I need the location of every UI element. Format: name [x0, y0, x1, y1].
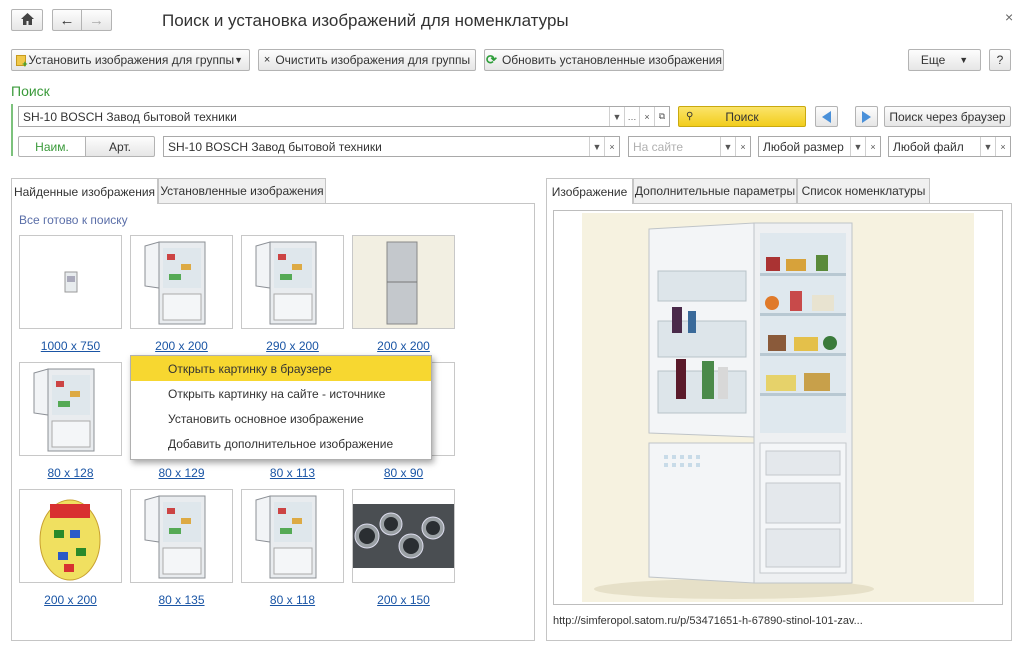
set-group-images-label: Установить изображения для группы	[28, 53, 235, 67]
thumbnail-toy-bag[interactable]	[19, 489, 122, 583]
prev-button[interactable]	[815, 106, 838, 127]
thumbnail-size-link[interactable]: 80 x 90	[352, 466, 455, 480]
search-input[interactable]: SH-10 BOSCH Завод бытовой техники ▼ … × …	[18, 106, 670, 127]
clear-group-images-button[interactable]: × Очистить изображения для группы	[258, 49, 476, 71]
thumbnail-pipes[interactable]	[352, 489, 455, 583]
thumbnail-size-link[interactable]: 80 x 118	[241, 593, 344, 607]
thumbnail-fridge-silver[interactable]	[352, 235, 455, 329]
site-field[interactable]: На сайте ▼ ×	[628, 136, 751, 157]
clear-icon[interactable]: ×	[604, 137, 619, 156]
tab-extra-params[interactable]: Дополнительные параметры	[633, 178, 797, 203]
dropdown-arrow-icon[interactable]: ▼	[850, 137, 865, 156]
back-button[interactable]: ←	[52, 9, 82, 31]
menu-item-open-browser[interactable]: Открыть картинку в браузере	[131, 356, 431, 381]
thumbnail-size-link[interactable]: 80 x 128	[19, 466, 122, 480]
search-section-label: Поиск	[11, 83, 50, 99]
clear-icon[interactable]: ×	[865, 137, 880, 156]
search-button-label: Поиск	[725, 109, 759, 124]
forward-button[interactable]: →	[81, 9, 112, 31]
name-field[interactable]: SH-10 BOSCH Завод бытовой техники ▼ ×	[163, 136, 620, 157]
search-icon: ⚲	[686, 111, 694, 122]
clear-icon[interactable]: ×	[995, 137, 1010, 156]
thumbnail-size-link[interactable]: 80 x 129	[130, 466, 233, 480]
size-field[interactable]: Любой размер ▼ ×	[758, 136, 881, 157]
name-field-value: SH-10 BOSCH Завод бытовой техники	[168, 139, 382, 154]
cross-icon: ×	[263, 54, 271, 66]
thumbnail-fridge-open[interactable]	[19, 362, 122, 456]
folder-add-icon: +	[16, 54, 28, 68]
tab-found-images[interactable]: Найденные изображения	[11, 178, 158, 204]
clear-icon[interactable]: ×	[639, 107, 654, 126]
window-title: Поиск и установка изображений для номенк…	[162, 11, 569, 30]
open-icon[interactable]: ⧉	[654, 107, 669, 126]
thumbnail-fridge-tiny[interactable]	[19, 235, 122, 329]
dropdown-arrow-icon[interactable]: ▼	[720, 137, 735, 156]
dropdown-arrow-icon[interactable]: ▼	[609, 107, 624, 126]
file-field[interactable]: Любой файл ▼ ×	[888, 136, 1011, 157]
next-button[interactable]	[855, 106, 878, 127]
fridge-preview-image	[582, 213, 974, 602]
menu-item-add-extra[interactable]: Добавить дополнительное изображение	[131, 431, 431, 456]
thumbnail-fridge-open[interactable]	[241, 489, 344, 583]
tab-installed-images[interactable]: Установленные изображения	[158, 178, 326, 203]
thumbnail-size-link[interactable]: 200 x 200	[19, 593, 122, 607]
dropdown-arrow-icon[interactable]: ▼	[589, 137, 604, 156]
clear-group-images-label: Очистить изображения для группы	[275, 53, 471, 67]
dropdown-arrow-icon: ▼	[234, 55, 243, 65]
refresh-icon: ⟳	[486, 52, 497, 67]
arrow-right-icon: →	[89, 11, 104, 29]
help-button[interactable]: ?	[989, 49, 1011, 71]
arrow-left-icon: ←	[59, 11, 75, 29]
toggle-article[interactable]: Арт.	[85, 136, 155, 157]
status-text: Все готово к поиску	[19, 213, 128, 227]
dropdown-arrow-icon: ▼	[959, 55, 969, 65]
context-menu: Открыть картинку в браузере Открыть карт…	[130, 355, 432, 460]
clear-icon[interactable]: ×	[735, 137, 750, 156]
more-button[interactable]: Еще ▼	[908, 49, 981, 71]
thumbnail-fridge-open[interactable]	[241, 235, 344, 329]
thumbnail-size-link[interactable]: 200 x 150	[352, 593, 455, 607]
thumbnail-fridge-open[interactable]	[130, 489, 233, 583]
size-value: Любой размер	[763, 139, 844, 154]
site-placeholder: На сайте	[633, 139, 684, 154]
dropdown-arrow-icon[interactable]: ▼	[980, 137, 995, 156]
set-group-images-button[interactable]: + Установить изображения для группы ▼	[11, 49, 250, 71]
thumbnail-size-link[interactable]: 200 x 200	[130, 339, 233, 353]
thumbnail-size-link[interactable]: 200 x 200	[352, 339, 455, 353]
file-value: Любой файл	[893, 139, 964, 154]
home-icon	[20, 12, 34, 28]
section-marker	[11, 104, 13, 156]
close-icon[interactable]: ×	[1005, 9, 1013, 25]
search-button[interactable]: ⚲ Поиск	[678, 106, 806, 127]
refresh-images-label: Обновить установленные изображения	[501, 53, 722, 67]
arrow-right-icon	[862, 110, 871, 123]
toggle-name[interactable]: Наим.	[18, 136, 86, 157]
menu-item-open-source[interactable]: Открыть картинку на сайте - источнике	[131, 381, 431, 406]
thumbnail-size-link[interactable]: 290 x 200	[241, 339, 344, 353]
thumbnail-size-link[interactable]: 80 x 135	[130, 593, 233, 607]
browser-search-button[interactable]: Поиск через браузер	[884, 106, 1011, 127]
tab-nomenclature-list[interactable]: Список номенклатуры	[797, 178, 930, 203]
home-button[interactable]	[11, 9, 43, 31]
menu-item-set-main[interactable]: Установить основное изображение	[131, 406, 431, 431]
more-label: Еще	[920, 53, 946, 67]
thumbnail-size-link[interactable]: 80 x 113	[241, 466, 344, 480]
refresh-images-button[interactable]: ⟳ Обновить установленные изображения	[484, 49, 724, 71]
search-query: SH-10 BOSCH Завод бытовой техники	[23, 109, 237, 124]
ellipsis-icon[interactable]: …	[624, 107, 639, 126]
preview-frame[interactable]	[553, 210, 1003, 605]
preview-url: http://simferopol.satom.ru/p/53471651-h-…	[553, 615, 863, 627]
thumbnail-size-link[interactable]: 1000 x 750	[19, 339, 122, 353]
tab-image[interactable]: Изображение	[546, 178, 633, 204]
arrow-left-icon	[822, 110, 831, 123]
thumbnail-fridge-open[interactable]	[130, 235, 233, 329]
